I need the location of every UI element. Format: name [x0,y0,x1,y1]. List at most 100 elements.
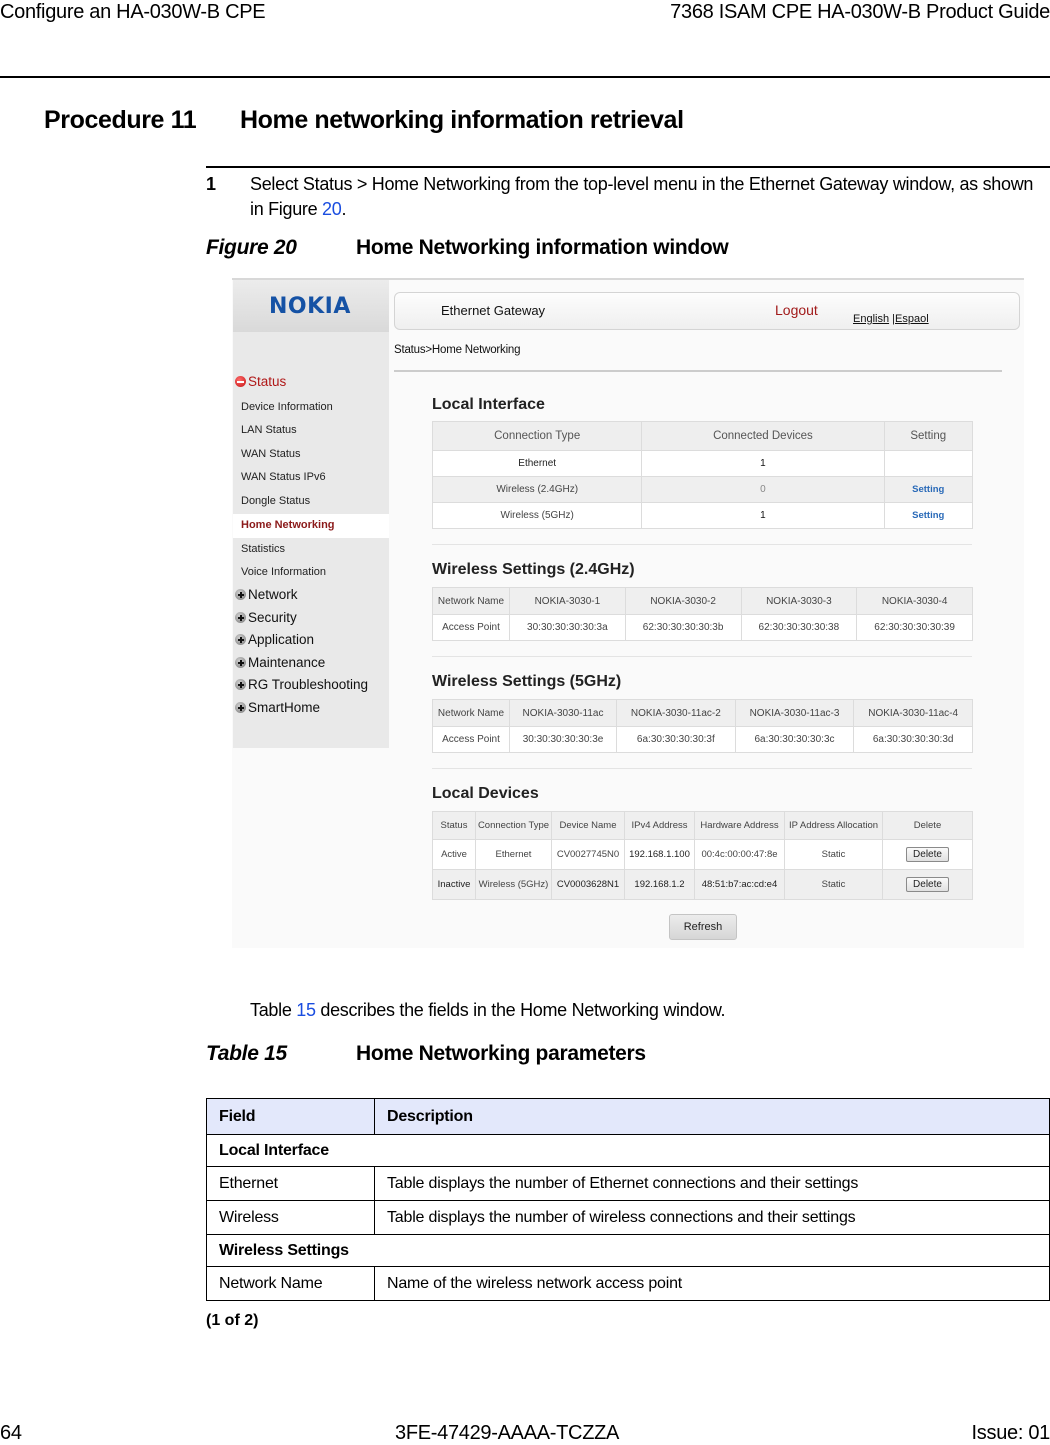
field-cell: Ethernet [206,1166,375,1201]
sidebar-item-wan-status-ipv6[interactable]: WAN Status IPv6 [241,471,326,483]
intro-after: describes the fields in the Home Network… [315,1000,726,1020]
sidebar-item-home-networking[interactable]: Home Networking [233,514,389,538]
table-row: Ethernet 1 [431,450,973,477]
setting-link-24ghz[interactable]: Setting [912,484,944,495]
sidebar-section-maintenance[interactable]: Maintenance [235,655,325,670]
wireless-24ghz-heading: Wireless Settings (2.4GHz) [432,561,635,578]
row-label: Network Name [432,587,510,615]
sidebar-item-device-information[interactable]: Device Information [241,401,333,413]
sidebar-section-security[interactable]: Security [235,610,297,625]
column-header: Device Name [551,811,625,840]
sidebar-section-smarthome[interactable]: SmartHome [235,700,320,715]
table-link[interactable]: 15 [296,1000,316,1020]
network-name-cell: NOKIA-3030-11ac [508,699,618,727]
table-intro-text: Table 15 describes the fields in the Hom… [250,1000,726,1021]
column-header: IPv4 Address [624,811,695,840]
setting-link-5ghz[interactable]: Setting [912,510,944,521]
connected-devices-cell: 0 [641,476,885,503]
ip-allocation-cell: Static [784,839,883,870]
sidebar-item-wan-status[interactable]: WAN Status [241,448,301,460]
setting-cell [883,450,973,477]
column-header: Connection Type [431,421,643,451]
table-header-row: Connection Type Connected Devices Settin… [431,421,973,451]
row-label: Access Point [432,614,510,641]
page-header-left: Configure an HA-030W-B CPE [0,1,266,23]
local-devices-heading: Local Devices [432,785,539,802]
lang-english-link[interactable]: English [853,313,889,325]
table-row: Ethernet Table displays the number of Et… [206,1166,1050,1201]
figure-link[interactable]: 20 [322,199,342,219]
expand-plus-icon [235,634,246,645]
logout-link[interactable]: Logout [775,302,818,318]
sidebar-item-statistics[interactable]: Statistics [241,543,285,555]
column-header: Connection Type [475,811,552,840]
local-devices-table: Status Connection Type Device Name IPv4 … [432,811,973,900]
section-divider [432,656,972,657]
group-row: Wireless Settings [206,1234,1050,1267]
connected-devices-cell: 1 [641,450,885,477]
expand-plus-icon [235,612,246,623]
sidebar-section-label: RG Troubleshooting [248,677,369,692]
local-interface-table: Connection Type Connected Devices Settin… [431,421,973,529]
network-name-row: Network Name NOKIA-3030-11ac NOKIA-3030-… [432,699,973,727]
connection-type-cell: Wireless (5GHz) [475,869,552,900]
parameters-table: Field Description Local Interface Ethern… [206,1098,1050,1301]
gateway-title: Ethernet Gateway [441,303,546,318]
table-row: Wireless (5GHz) 1 Setting [431,502,973,529]
sidebar-section-application[interactable]: Application [235,632,314,647]
sidebar-section-label: Status [248,374,287,389]
step-text-after: . [341,199,347,219]
access-point-cell: 62:30:30:30:30:3b [624,614,742,641]
column-header: Delete [882,811,973,840]
collapse-minus-icon [235,376,246,387]
sidebar-item-lan-status[interactable]: LAN Status [241,424,297,436]
sidebar: NOKIA Status Device Information LAN Stat… [233,280,389,748]
network-name-cell: NOKIA-3030-11ac-3 [734,699,855,727]
figure-title: Home Networking information window [356,236,729,259]
sidebar-item-dongle-status[interactable]: Dongle Status [241,495,310,507]
figure-caption: Figure 20 Home Networking information win… [206,236,729,260]
section-divider [432,544,972,545]
column-header: IP Address Allocation [784,811,883,840]
logo-area: NOKIA [233,280,389,332]
status-cell: Active [432,839,476,870]
delete-button[interactable]: Delete [906,877,949,892]
access-point-cell: 62:30:30:30:30:38 [740,614,858,641]
sidebar-item-label: Home Networking [241,519,335,531]
procedure-number: Procedure 11 [44,106,197,134]
breadcrumb: Status>Home Networking [394,344,521,356]
sidebar-section-rg-troubleshooting[interactable]: RG Troubleshooting [235,677,368,692]
access-point-cell: 30:30:30:30:30:3e [508,726,618,753]
device-name-cell: CV0027745N0 [551,839,625,870]
access-point-cell: 6a:30:30:30:30:3d [853,726,973,753]
ipv4-cell: 192.168.1.100 [624,839,695,870]
wireless-5ghz-table: Network Name NOKIA-3030-11ac NOKIA-3030-… [432,699,973,753]
network-name-cell: NOKIA-3030-2 [624,587,742,615]
local-interface-heading: Local Interface [432,396,545,413]
sidebar-section-label: Application [248,632,315,647]
ipv4-cell: 192.168.1.2 [624,869,695,900]
delete-cell: Delete [882,869,973,900]
network-name-cell: NOKIA-3030-1 [509,587,626,615]
table-row: Inactive Wireless (5GHz) CV0003628N1 192… [432,869,973,900]
header-divider [0,76,1050,78]
hardware-address-cell: 00:4c:00:00:47:8e [694,839,785,870]
column-header-description: Description [374,1098,1050,1135]
table-continuation: (1 of 2) [206,1312,259,1329]
network-name-cell: NOKIA-3030-11ac-2 [616,699,736,727]
status-cell: Inactive [432,869,476,900]
sidebar-section-status[interactable]: Status [235,374,286,389]
connection-type-cell: Wireless (5GHz) [431,502,643,529]
sidebar-section-network[interactable]: Network [235,587,298,602]
procedure-title: Procedure 11 Home networking information … [44,106,684,135]
column-header: Hardware Address [694,811,785,840]
refresh-button[interactable]: Refresh [669,914,737,940]
lang-espanol-link[interactable]: Espaol [895,313,929,325]
step-divider [206,166,1050,168]
sidebar-item-voice-information[interactable]: Voice Information [241,566,326,578]
procedure-name: Home networking information retrieval [240,106,684,134]
group-row: Local Interface [206,1134,1050,1167]
delete-button[interactable]: Delete [906,847,949,862]
sidebar-section-label: SmartHome [248,700,321,715]
access-point-cell: 30:30:30:30:30:3a [509,614,626,641]
